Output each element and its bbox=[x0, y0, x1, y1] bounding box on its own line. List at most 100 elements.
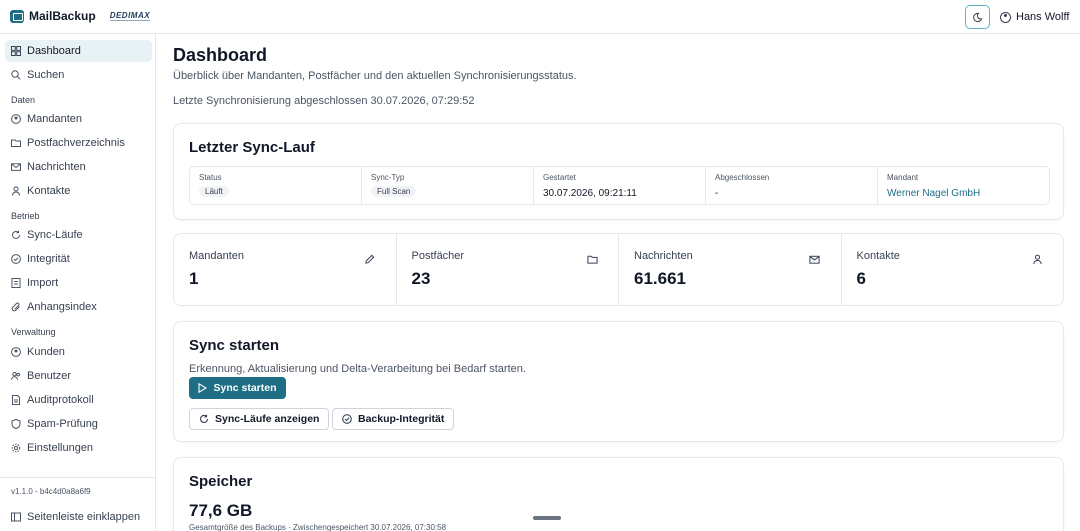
mail-logo-icon bbox=[10, 9, 24, 23]
sidebar-item-label: Kunden bbox=[27, 346, 65, 358]
gear-icon bbox=[11, 443, 21, 453]
sidebar-item-label: Kontakte bbox=[27, 185, 71, 197]
sidebar-item-einstellungen[interactable]: Einstellungen bbox=[5, 437, 152, 459]
storage-card: Speicher 77,6 GB Gesamtgröße des Backups… bbox=[173, 457, 1064, 531]
partner-logo: DEDIMAX bbox=[109, 11, 151, 21]
button-label: Sync-Läufe anzeigen bbox=[215, 413, 320, 425]
card-title: Sync starten bbox=[189, 337, 280, 354]
client-link[interactable]: Werner Nagel GmbH bbox=[887, 188, 1040, 199]
sidebar-item-auditprotokoll[interactable]: Auditprotokoll bbox=[5, 389, 152, 411]
last-run-details: Status Läuft Sync-Typ Full Scan Gestarte… bbox=[189, 166, 1050, 205]
main-content: Dashboard Überblick über Mandanten, Post… bbox=[157, 34, 1080, 531]
finished-value: - bbox=[715, 188, 719, 199]
card-title: Speicher bbox=[189, 473, 253, 490]
last-run-card: Letzter Sync-Lauf Status Läuft Sync-Typ … bbox=[173, 123, 1064, 220]
status-cell: Status Läuft bbox=[190, 167, 362, 204]
brand[interactable]: MailBackup DEDIMAX bbox=[10, 9, 151, 23]
sidebar-item-benutzer[interactable]: Benutzer bbox=[5, 365, 152, 387]
shield-icon bbox=[11, 419, 21, 429]
collapse-label: Seitenleiste einklappen bbox=[27, 511, 141, 523]
sidebar-item-kontakte[interactable]: Kontakte bbox=[5, 180, 152, 202]
sidebar-item-spam-pruefung[interactable]: Spam-Prüfung bbox=[5, 413, 152, 435]
stat-label: Kontakte bbox=[856, 250, 900, 262]
version-label: v1.1.0 - b4c4d0a8a6f9 bbox=[11, 487, 91, 496]
sidebar-item-label: Auditprotokoll bbox=[27, 394, 94, 406]
button-label: Sync starten bbox=[213, 382, 277, 394]
page-subtitle: Überblick über Mandanten, Postfächer und… bbox=[173, 70, 577, 82]
section-verwaltung: Verwaltung bbox=[11, 327, 56, 337]
sidebar-item-import[interactable]: Import bbox=[5, 272, 152, 294]
user-menu[interactable]: Hans Wolff bbox=[1000, 11, 1069, 23]
sidebar-item-kunden[interactable]: Kunden bbox=[5, 341, 152, 363]
sidebar-item-mandanten[interactable]: Mandanten bbox=[5, 108, 152, 130]
refresh-icon bbox=[11, 230, 21, 240]
start-sync-button[interactable]: Sync starten bbox=[189, 377, 286, 399]
sidebar-divider bbox=[0, 477, 156, 478]
show-sync-runs-button[interactable]: Sync-Läufe anzeigen bbox=[189, 408, 330, 430]
sidebar-item-anhangsindex[interactable]: Anhangsindex bbox=[5, 296, 152, 318]
sidebar-item-label: Integrität bbox=[27, 253, 70, 265]
storage-indicator bbox=[533, 516, 561, 520]
client-cell: Mandant Werner Nagel GmbH bbox=[878, 167, 1049, 204]
theme-toggle-button[interactable] bbox=[965, 5, 990, 29]
sidebar-item-label: Sync-Läufe bbox=[27, 229, 83, 241]
user-avatar-icon bbox=[1000, 11, 1011, 23]
stat-nachrichten[interactable]: Nachrichten 61.661 bbox=[619, 234, 842, 305]
sync-start-card: Sync starten Erkennung, Aktualisierung u… bbox=[173, 321, 1064, 442]
contact-icon bbox=[11, 186, 21, 196]
client-label: Mandant bbox=[887, 173, 919, 182]
search-icon bbox=[11, 70, 21, 80]
mail-icon bbox=[809, 253, 821, 265]
section-betrieb: Betrieb bbox=[11, 211, 40, 221]
card-title: Letzter Sync-Lauf bbox=[189, 139, 315, 156]
started-label: Gestartet bbox=[543, 173, 576, 182]
stat-postfaecher[interactable]: Postfächer 23 bbox=[397, 234, 619, 305]
stats-row: Mandanten 1 Postfächer 23 Nachrichten 61… bbox=[173, 233, 1064, 306]
stat-value: 23 bbox=[411, 269, 431, 288]
check-circle-icon bbox=[342, 414, 352, 424]
sidebar-item-dashboard[interactable]: Dashboard bbox=[5, 40, 152, 62]
stat-value: 6 bbox=[856, 269, 866, 288]
moon-icon bbox=[973, 12, 983, 22]
sidebar-item-label: Postfachverzeichnis bbox=[27, 137, 125, 149]
document-icon bbox=[11, 395, 21, 405]
button-label: Backup-Integrität bbox=[358, 413, 445, 425]
mail-icon bbox=[11, 162, 21, 172]
sidebar-item-nachrichten[interactable]: Nachrichten bbox=[5, 156, 152, 178]
sidebar-item-sync-laeufe[interactable]: Sync-Läufe bbox=[5, 224, 152, 246]
pencil-icon bbox=[364, 253, 376, 265]
sync-start-description: Erkennung, Aktualisierung und Delta-Vera… bbox=[189, 363, 526, 375]
paperclip-icon bbox=[11, 302, 21, 312]
last-sync-status: Letzte Synchronisierung abgeschlossen 30… bbox=[173, 95, 475, 107]
sidebar-item-label: Einstellungen bbox=[27, 442, 94, 454]
sidebar-item-search[interactable]: Suchen bbox=[5, 64, 152, 86]
sidebar-item-postfachverzeichnis[interactable]: Postfachverzeichnis bbox=[5, 132, 152, 154]
sidebar-item-label: Import bbox=[27, 277, 59, 289]
collapse-sidebar-button[interactable]: Seitenleiste einklappen bbox=[5, 506, 152, 528]
sidebar-item-label: Benutzer bbox=[27, 370, 72, 382]
page-title: Dashboard bbox=[173, 45, 268, 65]
user-name: Hans Wolff bbox=[1016, 11, 1070, 23]
stat-label: Mandanten bbox=[189, 250, 245, 262]
sidebar-item-label: Dashboard bbox=[27, 45, 81, 57]
finished-label: Abgeschlossen bbox=[715, 173, 770, 182]
sync-type-label: Sync-Typ bbox=[371, 173, 405, 182]
sidebar-item-integritaet[interactable]: Integrität bbox=[5, 248, 152, 270]
started-cell: Gestartet 30.07.2026, 09:21:11 bbox=[534, 167, 706, 204]
play-icon bbox=[198, 383, 208, 393]
sync-type-badge: Full Scan bbox=[371, 186, 417, 197]
backup-integrity-button[interactable]: Backup-Integrität bbox=[332, 408, 455, 430]
refresh-icon bbox=[199, 414, 209, 424]
sidebar: Dashboard Suchen Daten Mandanten Postfac… bbox=[0, 34, 156, 531]
sidebar-item-label: Nachrichten bbox=[27, 161, 86, 173]
user-circle-icon bbox=[11, 347, 21, 357]
status-badge: Läuft bbox=[199, 186, 229, 197]
stat-mandanten[interactable]: Mandanten 1 bbox=[174, 234, 397, 305]
sidebar-item-label: Spam-Prüfung bbox=[27, 418, 98, 430]
storage-subtitle: Gesamtgröße des Backups · Zwischengespei… bbox=[189, 523, 447, 531]
finished-cell: Abgeschlossen - bbox=[706, 167, 878, 204]
grid-icon bbox=[11, 46, 21, 56]
started-value: 30.07.2026, 09:21:11 bbox=[543, 188, 637, 199]
stat-kontakte[interactable]: Kontakte 6 bbox=[842, 234, 1064, 305]
app-name: MailBackup bbox=[29, 9, 96, 23]
